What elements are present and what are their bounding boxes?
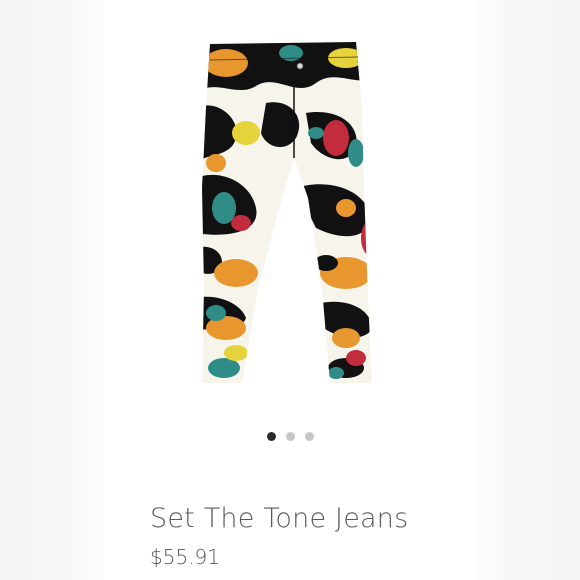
background-blur-left [0, 0, 104, 580]
background-blur-right [476, 0, 580, 580]
jeans-product-photo[interactable] [196, 38, 386, 388]
product-title: Set The Tone Jeans [150, 503, 409, 534]
product-price: $55.91 [150, 545, 220, 569]
carousel-dots [104, 432, 476, 441]
carousel-dot-1[interactable] [266, 432, 276, 441]
carousel-dot-2[interactable] [285, 432, 295, 441]
carousel-dot-3[interactable] [304, 432, 314, 441]
product-card: Set The Tone Jeans $55.91 [104, 0, 476, 580]
listing-screen: Set The Tone Jeans $55.91 [0, 0, 580, 580]
